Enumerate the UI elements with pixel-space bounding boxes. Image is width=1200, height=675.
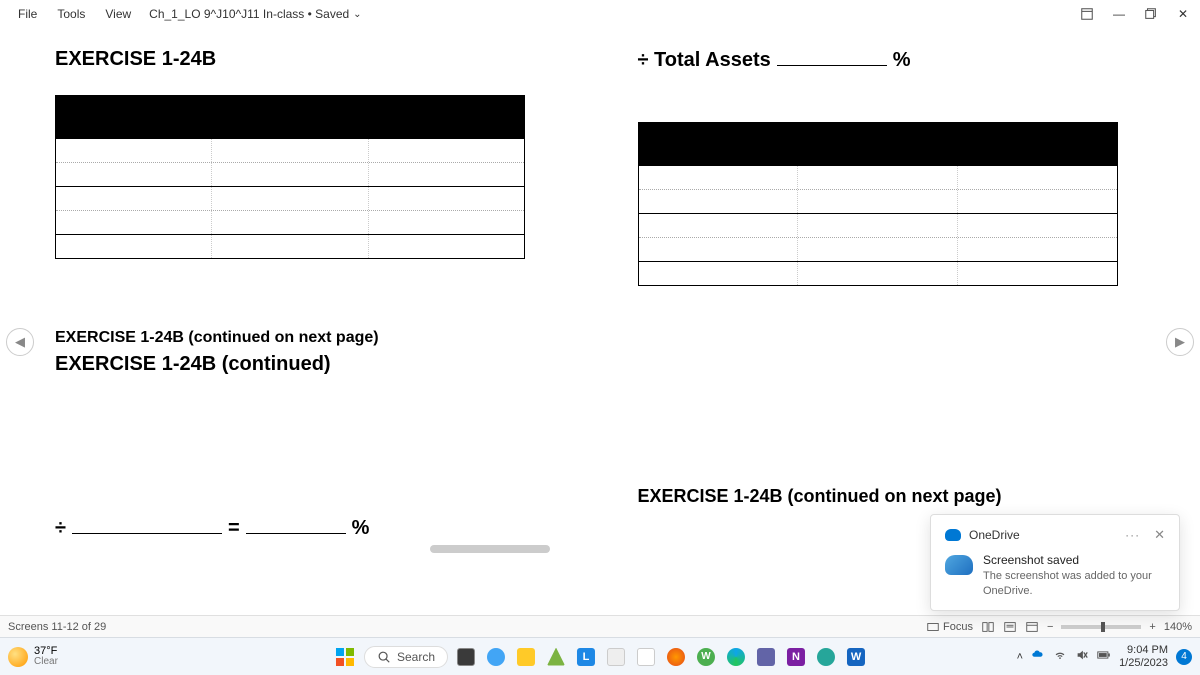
divide-symbol: ÷ — [55, 517, 66, 540]
document-name-text: Ch_1_LO 9^J10^J11 In-class • Saved — [149, 7, 349, 21]
minimize-button[interactable]: — — [1108, 4, 1130, 24]
onedrive-small-icon — [945, 529, 961, 541]
worksheet-table-right — [638, 122, 1118, 286]
menu-tools[interactable]: Tools — [47, 3, 95, 25]
clock-date: 1/25/2023 — [1119, 657, 1168, 669]
table-row — [56, 234, 524, 258]
close-button[interactable]: ✕ — [1172, 4, 1194, 24]
taskbar-app-5[interactable] — [604, 645, 628, 669]
word-icon[interactable]: W — [844, 645, 868, 669]
horizontal-scrollbar[interactable] — [430, 545, 550, 553]
table-row — [56, 138, 524, 162]
percent-symbol: % — [352, 517, 370, 540]
view-print-button[interactable] — [981, 620, 995, 634]
chevron-down-icon: ⌄ — [353, 9, 361, 20]
zoom-level[interactable]: 140% — [1164, 621, 1192, 633]
table-row — [639, 261, 1117, 285]
screen-count: Screens 11-12 of 29 — [8, 621, 106, 633]
table-row — [639, 189, 1117, 213]
page-left: EXERCISE 1-24B EX — [0, 28, 603, 615]
exercise-title-continued: EXERCISE 1-24B (continued) — [55, 353, 563, 376]
zoom-in-button[interactable]: + — [1149, 621, 1155, 633]
percent-symbol: % — [893, 49, 911, 72]
divide-total-assets-label: ÷ Total Assets — [638, 49, 771, 72]
clock-time: 9:04 PM — [1127, 644, 1168, 656]
continued-note: EXERCISE 1-24B (continued on next page) — [55, 329, 563, 347]
weather-icon — [8, 647, 28, 667]
firefox-icon[interactable] — [664, 645, 688, 669]
window-controls: — ✕ — [1076, 4, 1194, 24]
sound-muted-icon[interactable] — [1075, 648, 1089, 665]
table-row — [639, 165, 1117, 189]
onedrive-tray-icon[interactable] — [1031, 648, 1045, 665]
restore-button[interactable] — [1140, 4, 1162, 24]
table-row — [639, 213, 1117, 237]
zoom-slider[interactable] — [1061, 625, 1141, 629]
menu-bar: File Tools View Ch_1_LO 9^J10^J11 In-cla… — [0, 0, 1200, 28]
table-row — [56, 162, 524, 186]
notification-count[interactable]: 4 — [1176, 649, 1192, 665]
notification-close-button[interactable]: ✕ — [1154, 527, 1165, 543]
blank-divisor — [72, 516, 222, 534]
taskbar-app-12[interactable] — [814, 645, 838, 669]
file-explorer-icon[interactable] — [514, 645, 538, 669]
table-row — [56, 210, 524, 234]
focus-label: Focus — [943, 621, 973, 633]
onedrive-brand-label: OneDrive — [969, 528, 1020, 542]
table-row — [639, 237, 1117, 261]
taskbar: 37°F Clear Search L W N W ˄ 9:04 PM 1/25 — [0, 637, 1200, 675]
taskbar-app-1[interactable] — [484, 645, 508, 669]
onedrive-notification: OneDrive ··· ✕ Screenshot saved The scre… — [930, 514, 1180, 611]
focus-mode-button[interactable]: Focus — [926, 620, 973, 634]
notification-title: Screenshot saved — [983, 553, 1165, 567]
blank-result — [246, 516, 346, 534]
search-icon — [377, 650, 391, 664]
blank-value — [777, 48, 887, 66]
taskbar-app-6[interactable] — [634, 645, 658, 669]
battery-icon[interactable] — [1097, 648, 1111, 665]
table-header — [56, 96, 524, 138]
notification-body: The screenshot was added to your OneDriv… — [983, 569, 1165, 598]
onedrive-large-icon — [945, 555, 973, 575]
task-view-icon[interactable] — [454, 645, 478, 669]
search-label: Search — [397, 650, 435, 664]
zoom-out-button[interactable]: − — [1047, 621, 1053, 633]
ribbon-options-button[interactable] — [1076, 4, 1098, 24]
taskbar-app-8[interactable]: W — [694, 645, 718, 669]
search-button[interactable]: Search — [364, 646, 448, 668]
weather-widget[interactable]: 37°F Clear — [8, 646, 58, 667]
status-bar: Screens 11-12 of 29 Focus − + 140% — [0, 615, 1200, 637]
tray-chevron-icon[interactable]: ˄ — [1017, 651, 1023, 663]
taskbar-app-3[interactable] — [544, 645, 568, 669]
system-tray: ˄ 9:04 PM 1/25/2023 4 — [1017, 644, 1192, 668]
view-web-button[interactable] — [1025, 620, 1039, 634]
taskbar-app-4[interactable]: L — [574, 645, 598, 669]
menu-file[interactable]: File — [8, 3, 47, 25]
clock[interactable]: 9:04 PM 1/25/2023 — [1119, 644, 1168, 668]
table-row — [56, 186, 524, 210]
table-header — [639, 123, 1117, 165]
weather-condition: Clear — [34, 657, 58, 667]
document-name[interactable]: Ch_1_LO 9^J10^J11 In-class • Saved ⌄ — [141, 3, 369, 25]
wifi-icon[interactable] — [1053, 648, 1067, 665]
teams-icon[interactable] — [754, 645, 778, 669]
start-button[interactable] — [332, 644, 358, 670]
view-read-button[interactable] — [1003, 620, 1017, 634]
menu-view[interactable]: View — [95, 3, 141, 25]
onenote-icon[interactable]: N — [784, 645, 808, 669]
taskbar-center: Search L W N W — [332, 644, 868, 670]
equals-symbol: = — [228, 517, 240, 540]
exercise-title: EXERCISE 1-24B — [55, 48, 563, 71]
formula-line: ÷ = % — [55, 516, 563, 540]
worksheet-table-left — [55, 95, 525, 259]
continued-note-right: EXERCISE 1-24B (continued on next page) — [638, 486, 1146, 507]
formula-heading: ÷ Total Assets % — [638, 48, 1146, 72]
notification-more-button[interactable]: ··· — [1125, 528, 1140, 542]
edge-icon[interactable] — [724, 645, 748, 669]
